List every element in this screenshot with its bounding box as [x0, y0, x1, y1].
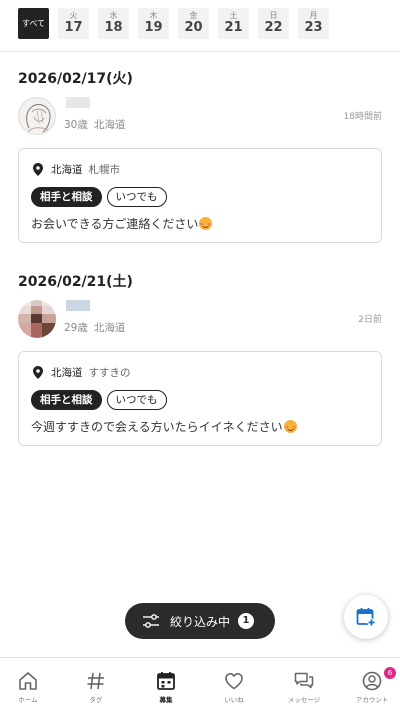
date-chip[interactable]: 日 22: [258, 8, 289, 39]
tag-list: 相手と相談 いつでも: [31, 187, 172, 207]
date-chip-day: 23: [304, 20, 323, 35]
date-chip-weekday: 木: [149, 11, 158, 20]
post-header[interactable]: 30歳 北海道 18時間前: [18, 97, 382, 139]
calendar-add-icon: [356, 608, 376, 627]
profile-meta: 29歳 北海道: [64, 320, 125, 335]
date-chip-day: 22: [264, 20, 283, 35]
date-chip-day: 17: [64, 20, 83, 35]
post-message: お会いできる方ご連絡ください: [31, 215, 213, 232]
post-message-text: お会いできる方ご連絡ください: [31, 217, 199, 231]
nav-item-messages[interactable]: メッセージ: [276, 658, 332, 707]
nav-item-home[interactable]: ホーム: [0, 658, 56, 707]
card-area: すすきの: [88, 366, 131, 379]
nav-label: ホーム: [18, 696, 38, 704]
filter-label: 絞り込み中: [170, 614, 231, 629]
card-prefecture: 北海道: [51, 163, 83, 176]
post-message: 今週すすきので会える方いたらイイネください: [31, 418, 297, 435]
time-ago: 18時間前: [343, 112, 382, 122]
nav-label: 募集: [159, 696, 173, 704]
heart-icon: [225, 673, 243, 690]
date-chip-weekday: 日: [269, 11, 278, 20]
time-ago: 2日前: [358, 315, 382, 325]
date-chip[interactable]: 木 19: [138, 8, 169, 39]
post-header[interactable]: 29歳 北海道 2日前: [18, 300, 382, 342]
date-chip-weekday: 水: [109, 11, 118, 20]
post-date-heading: 2026/02/17(火): [18, 71, 133, 87]
tag-chip: 相手と相談: [31, 390, 102, 410]
date-chip-all[interactable]: すべて: [18, 8, 49, 39]
date-chip-day: 21: [224, 20, 243, 35]
avatar-sketch-image: [26, 104, 51, 133]
post-message-text: 今週すすきので会える方いたらイイネください: [31, 420, 283, 434]
date-chip-weekday: 月: [309, 11, 318, 20]
filter-count-badge: 1: [238, 613, 255, 629]
calendar-icon: [157, 672, 175, 690]
nav-item-likes[interactable]: いいね: [206, 658, 262, 707]
date-chip-all-label: すべて: [21, 19, 46, 28]
prefecture-text: 北海道: [93, 322, 126, 334]
date-chip[interactable]: 水 18: [98, 8, 129, 39]
prefecture-text: 北海道: [93, 119, 126, 131]
date-chip-day: 18: [104, 20, 123, 35]
date-chip-day: 20: [184, 20, 203, 35]
post-date-heading: 2026/02/21(土): [18, 274, 133, 290]
date-chip[interactable]: 土 21: [218, 8, 249, 39]
date-chip-weekday: 土: [229, 11, 238, 20]
nav-label: メッセージ: [287, 696, 321, 704]
nav-label: いいね: [224, 696, 244, 704]
tag-chip: いつでも: [106, 390, 167, 410]
avatar[interactable]: [18, 97, 56, 135]
date-chip-weekday: 金: [189, 11, 198, 20]
age-text: 30歳: [64, 119, 88, 131]
account-notification-badge: 6: [384, 667, 396, 679]
username-blurred: [66, 97, 90, 108]
smile-emoji-icon: [199, 217, 213, 230]
smile-emoji-icon: [283, 420, 297, 433]
hashtag-icon: [87, 672, 104, 690]
date-chip-day: 19: [144, 20, 163, 35]
post-card[interactable]: 北海道 札幌市 相手と相談 いつでも お会いできる方ご連絡ください: [18, 148, 382, 243]
location-row: 北海道 すすきの: [33, 365, 131, 379]
tag-chip: 相手と相談: [31, 187, 102, 207]
nav-item-tag[interactable]: タグ: [68, 658, 124, 707]
filter-button[interactable]: 絞り込み中 1: [125, 603, 275, 639]
avatar-pixelated-image: [18, 300, 56, 338]
tag-list: 相手と相談 いつでも: [31, 390, 172, 410]
filter-sliders-icon: [143, 614, 159, 628]
post-card[interactable]: 北海道 すすきの 相手と相談 いつでも 今週すすきので会える方いたらイイネくださ…: [18, 351, 382, 446]
card-prefecture: 北海道: [51, 366, 83, 379]
date-chip[interactable]: 火 17: [58, 8, 89, 39]
location-pin-icon: [33, 365, 43, 379]
bottom-navigation: ホーム タグ 募集 いいね メッセージ アカウント: [0, 657, 400, 707]
tag-chip: いつでも: [106, 187, 167, 207]
date-chip-weekday: 火: [69, 11, 78, 20]
home-icon: [19, 672, 37, 690]
new-post-fab-button[interactable]: [344, 595, 388, 639]
username-blurred: [66, 300, 90, 311]
nav-label: アカウント: [355, 696, 389, 704]
date-chip[interactable]: 金 20: [178, 8, 209, 39]
avatar[interactable]: [18, 300, 56, 338]
user-icon: [362, 671, 382, 691]
nav-item-recruit[interactable]: 募集: [138, 658, 194, 707]
chat-icon: [294, 672, 314, 689]
location-pin-icon: [33, 162, 43, 176]
location-row: 北海道 札幌市: [33, 162, 120, 176]
profile-meta: 30歳 北海道: [64, 117, 125, 132]
nav-item-account[interactable]: アカウント: [344, 658, 400, 707]
age-text: 29歳: [64, 322, 88, 334]
card-area: 札幌市: [88, 163, 121, 176]
date-selector-bar: すべて 火 17 水 18 木 19 金 20 土 21 日 22 月 23: [0, 0, 400, 52]
date-chip[interactable]: 月 23: [298, 8, 329, 39]
nav-label: タグ: [89, 696, 103, 704]
